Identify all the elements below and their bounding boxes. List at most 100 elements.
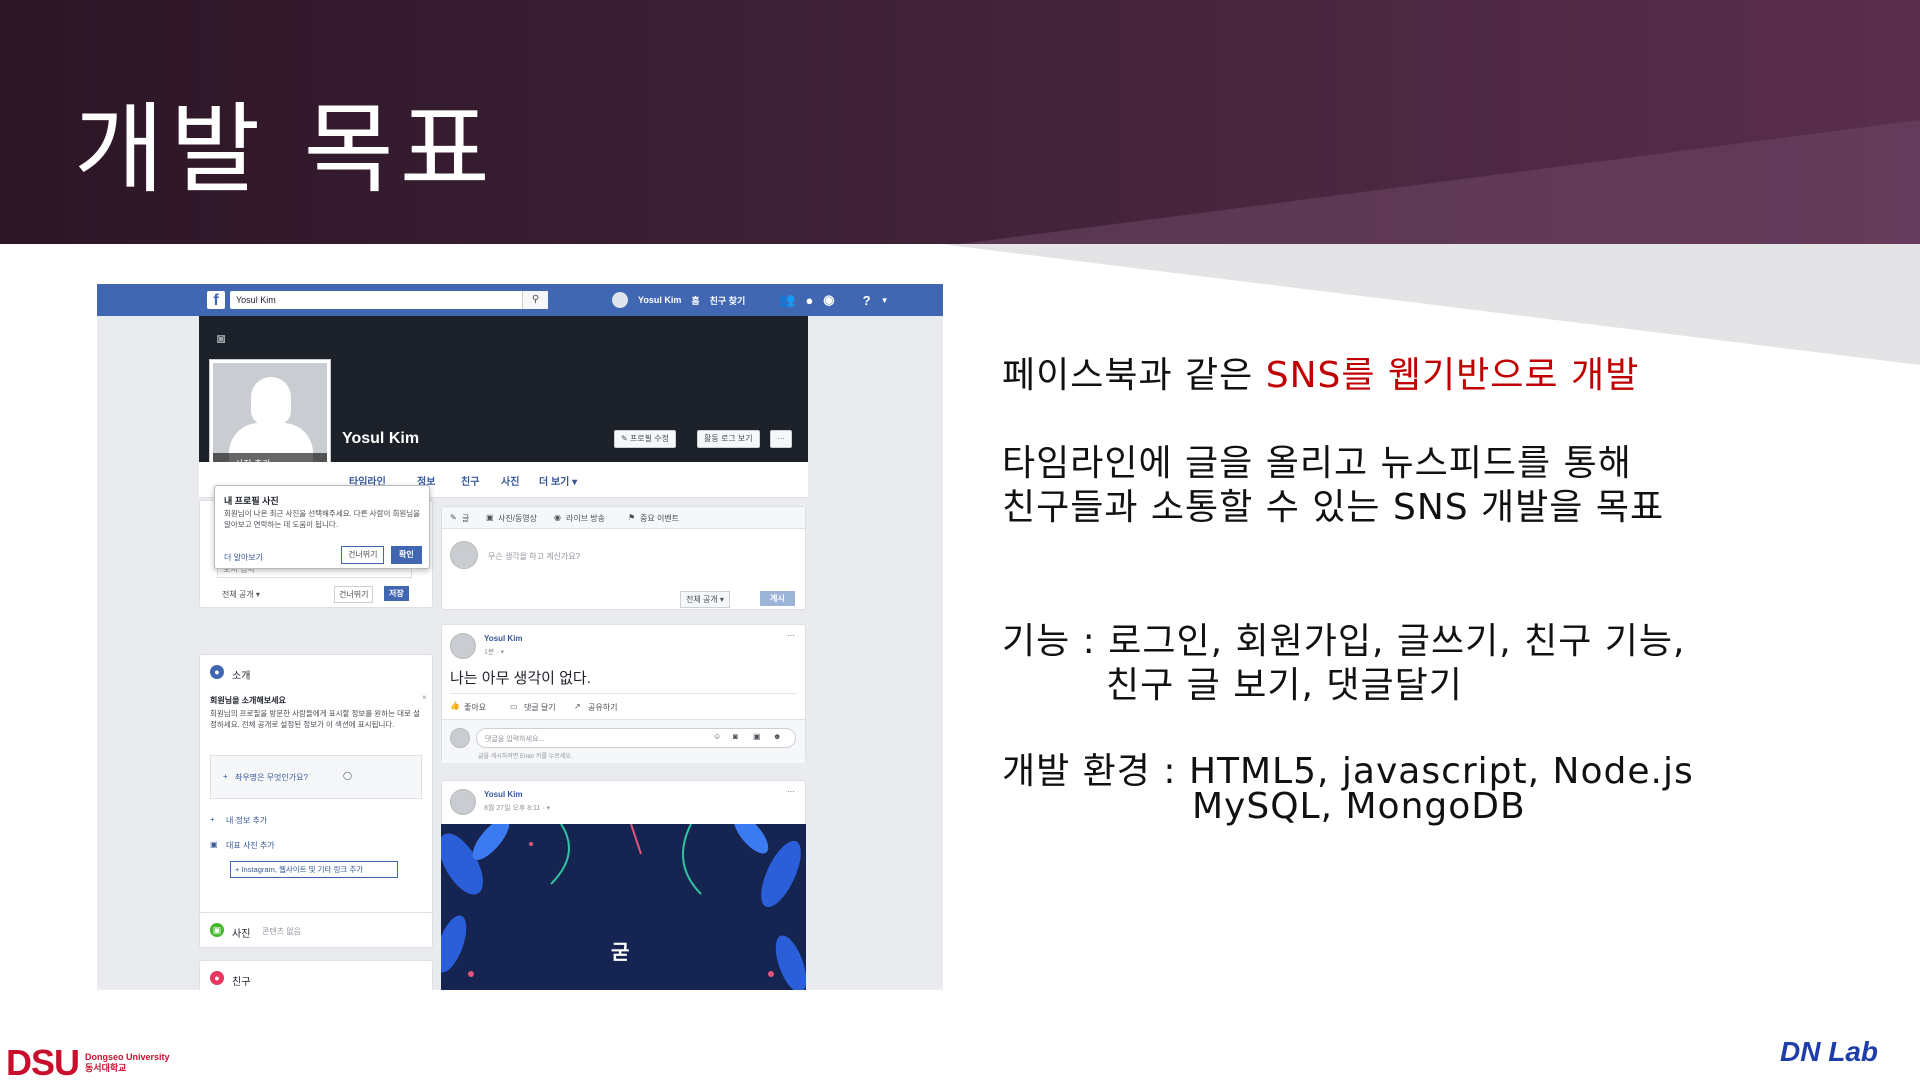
motto-prompt[interactable]: 좌우명은 무엇인가요?	[235, 772, 308, 783]
facebook-logo-icon[interactable]: f	[207, 291, 225, 309]
avatar	[450, 541, 478, 569]
popup-title: 내 프로필 사진	[224, 496, 279, 506]
comment-icon: ▭	[510, 702, 518, 711]
leaf-pattern	[441, 824, 806, 990]
chevron-down-icon[interactable]: ▼	[881, 296, 889, 305]
comment-placeholder: 댓글을 입력하세요...	[485, 736, 545, 743]
add-links-button[interactable]: + Instagram, 웹사이트 및 기타 링크 추가	[230, 861, 398, 878]
tab-life-event[interactable]: 중요 이벤트	[640, 513, 679, 524]
flag-icon: ⚑	[628, 513, 636, 522]
add-featured-photos-link[interactable]: 대표 사진 추가	[226, 840, 275, 851]
messages-icon[interactable]: ●	[805, 293, 813, 308]
dn-lab-label: DN Lab	[1780, 1036, 1878, 1067]
camera-icon[interactable]: ◙	[733, 732, 738, 741]
avatar[interactable]	[450, 633, 476, 659]
post-time[interactable]: 1분 · ▾	[484, 647, 504, 657]
post-time[interactable]: 8월 27일 오후 8:11 · ▾	[484, 803, 550, 813]
facebook-screenshot: f Yosul Kim ⚲ Yosul Kim 홈 친구 찾기 👥 ● ◉ ? …	[97, 284, 943, 990]
tab-post[interactable]: 글	[462, 513, 469, 524]
post-button[interactable]: 게시	[760, 591, 795, 606]
fb-nav: Yosul Kim 홈 친구 찾기 👥 ● ◉ ? ▼	[612, 284, 889, 316]
person-silhouette-icon	[251, 377, 291, 425]
tab-photos[interactable]: 사진	[501, 473, 519, 488]
skip-button[interactable]: 건너뛰기	[334, 586, 374, 603]
post-options-icon[interactable]: ···	[787, 787, 795, 796]
popup-text: 회원님이 나온 최근 사진을 선택해주세요. 다른 사람이 회원님을 알아보고 …	[224, 509, 421, 529]
activity-log-button[interactable]: 활동 로그 보기	[697, 430, 760, 448]
university-name: Dongseo University 동서대학교	[85, 1052, 170, 1074]
fb-search-input[interactable]: Yosul Kim ⚲	[230, 291, 548, 309]
image-caption: 굳	[611, 942, 630, 964]
profile-photo-popup: 내 프로필 사진 회원님이 나온 최근 사진을 선택해주세요. 다른 사람이 회…	[214, 485, 430, 569]
divider	[450, 693, 797, 694]
pencil-icon: ✎	[450, 513, 457, 522]
like-button[interactable]: 좋아요	[464, 702, 486, 713]
comment-button[interactable]: 댓글 달기	[524, 702, 556, 713]
sticker-icon[interactable]: ☻	[773, 732, 781, 741]
photos-empty-text: 콘텐츠 없음	[262, 927, 302, 936]
live-icon: ◉	[554, 513, 561, 522]
more-button[interactable]: ···	[770, 430, 792, 448]
avatar[interactable]	[612, 292, 628, 308]
gif-icon[interactable]: ▣	[753, 732, 761, 741]
fb-search-value: Yosul Kim	[236, 295, 276, 305]
comment-input[interactable]: 댓글을 입력하세요... ☺ ◙ ▣ ☻	[476, 728, 796, 748]
post-image[interactable]: 굳	[441, 824, 806, 990]
nav-find-friends-link[interactable]: 친구 찾기	[710, 294, 746, 307]
learn-more-link[interactable]: 더 알아보기	[224, 552, 263, 563]
tab-photo-video[interactable]: 사진/동영상	[498, 513, 537, 524]
composer-tabs: ✎ 글 ▣ 사진/동영상 ◉ 라이브 방송 ⚑ 중요 이벤트	[442, 507, 805, 529]
university-name-ko: 동서대학교	[85, 1063, 127, 1073]
notifications-globe-icon[interactable]: ◉	[823, 292, 834, 308]
nav-home-link[interactable]: 홈	[691, 294, 699, 307]
comment-area: 댓글을 입력하세요... ☺ ◙ ▣ ☻ 글을 게시하려면 Enter 키를 누…	[442, 719, 805, 763]
popup-skip-button[interactable]: 건너뛰기	[341, 546, 385, 564]
search-icon[interactable]: ⚲	[522, 291, 548, 309]
profile-name: Yosul Kim	[342, 430, 420, 447]
photo-icon: ▣	[210, 840, 218, 849]
photos-title[interactable]: 사진	[232, 925, 250, 940]
friend-requests-icon[interactable]: 👥	[779, 292, 795, 308]
slide: 개발 목표 f Yosul Kim ⚲ Yosul Kim 홈 친구 찾기 👥 …	[0, 0, 1920, 1080]
tab-live[interactable]: 라이브 방송	[566, 513, 605, 524]
avatar[interactable]	[450, 789, 476, 815]
composer-privacy-selector[interactable]: 전체 공개 ▾	[680, 591, 730, 608]
intro-text: 회원님의 프로필을 방문한 사람들에게 표시할 정보를 원하는 대로 설정하세요…	[210, 709, 420, 729]
edit-profile-button[interactable]: ✎ 프로필 수정	[614, 430, 676, 448]
close-icon[interactable]: ×	[422, 693, 427, 702]
nav-user-link[interactable]: Yosul Kim	[638, 295, 681, 305]
camera-icon[interactable]: ◙	[217, 330, 225, 346]
photos-card: ▣ 사진 콘텐츠 없음	[199, 912, 433, 948]
post-options-icon[interactable]: ···	[787, 631, 795, 640]
share-button[interactable]: 공유하기	[588, 702, 617, 713]
friends-title[interactable]: 친구	[232, 973, 250, 988]
tab-friends[interactable]: 친구	[461, 473, 479, 488]
profile-picture[interactable]: 사진 추가	[210, 360, 330, 478]
post-text: 나는 아무 생각이 없다.	[450, 670, 591, 687]
plus-icon: +	[223, 772, 228, 781]
text-line-3: 친구들과 소통할 수 있는 SNS 개발을 목표	[1002, 487, 1665, 528]
friends-card: ● 친구	[199, 960, 433, 990]
post-author[interactable]: Yosul Kim	[484, 790, 523, 799]
composer-card: ✎ 글 ▣ 사진/동영상 ◉ 라이브 방송 ⚑ 중요 이벤트 무슨 생각을 하고…	[441, 506, 806, 610]
composer-input[interactable]: 무슨 생각을 하고 계신가요?	[488, 551, 580, 562]
university-name-en: Dongseo University	[85, 1052, 170, 1062]
help-icon[interactable]: ?	[863, 293, 871, 308]
slide-title: 개발 목표	[74, 93, 496, 207]
popup-confirm-button[interactable]: 확인	[391, 546, 422, 564]
intro-card: ● 소개 회원님을 소개해보세요 × 회원님의 프로필을 방문한 사람들에게 표…	[199, 654, 433, 914]
save-button[interactable]: 저장	[384, 586, 409, 601]
add-links-label: Instagram, 웹사이트 및 기타 링크 추가	[241, 865, 364, 874]
friends-icon: ●	[210, 971, 224, 985]
add-info-link[interactable]: 내 정보 추가	[226, 815, 267, 826]
fb-top-bar: f Yosul Kim ⚲ Yosul Kim 홈 친구 찾기 👥 ● ◉ ? …	[97, 284, 943, 316]
globe-icon: ●	[210, 665, 224, 679]
emoji-icon[interactable]: ☺	[713, 732, 721, 741]
motto-box[interactable]: + 좌우명은 무엇인가요? ◯	[210, 755, 422, 799]
text-line-1-black: 페이스북과 같은	[1002, 355, 1266, 396]
avatar	[450, 728, 470, 748]
post-author[interactable]: Yosul Kim	[484, 634, 523, 643]
tab-more[interactable]: 더 보기 ▾	[539, 473, 577, 488]
privacy-selector[interactable]: 전체 공개 ▾	[222, 589, 260, 600]
share-icon: ↗	[574, 702, 581, 711]
